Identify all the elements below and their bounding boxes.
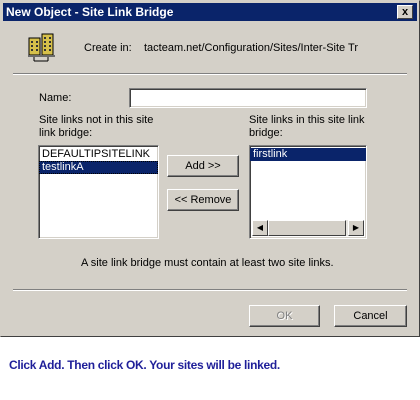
- ok-button[interactable]: OK: [249, 305, 320, 327]
- bridge-requirement-note: A site link bridge must contain at least…: [81, 257, 334, 269]
- remove-button[interactable]: << Remove: [167, 189, 239, 211]
- list-item-defaultipsitelink[interactable]: DEFAULTIPSITELINK: [39, 148, 158, 161]
- scroll-left-button[interactable]: ◀: [252, 220, 268, 236]
- scroll-right-icon: ▶: [352, 223, 360, 232]
- scroll-left-icon: ◀: [256, 223, 264, 232]
- title-bar[interactable]: New Object - Site Link Bridge x: [3, 3, 417, 21]
- new-object-dialog: New Object - Site Link Bridge x Create i…: [0, 0, 420, 337]
- name-input[interactable]: [129, 88, 367, 108]
- list-item-firstlink[interactable]: firstlink: [250, 148, 366, 161]
- instruction-caption: Click Add. Then click OK. Your sites wil…: [9, 358, 280, 372]
- separator: [13, 289, 407, 291]
- cancel-button[interactable]: Cancel: [334, 305, 407, 327]
- horizontal-scrollbar[interactable]: ◀ ▶: [252, 220, 364, 236]
- close-icon: x: [401, 6, 409, 18]
- window-title: New Object - Site Link Bridge: [6, 5, 174, 19]
- scroll-right-button[interactable]: ▶: [348, 220, 364, 236]
- available-links-list[interactable]: DEFAULTIPSITELINK testlinkA: [38, 145, 159, 239]
- bridge-links-label: Site links in this site link bridge:: [249, 114, 365, 139]
- separator: [13, 73, 407, 75]
- close-button[interactable]: x: [397, 5, 413, 19]
- bridge-links-list[interactable]: firstlink ◀ ▶: [249, 145, 367, 239]
- add-button[interactable]: Add >>: [167, 155, 239, 177]
- scroll-thumb[interactable]: [268, 220, 346, 236]
- name-label: Name:: [39, 92, 71, 104]
- available-links-label: Site links not in this site link bridge:: [39, 114, 154, 139]
- list-item-testlinka[interactable]: testlinkA: [39, 161, 158, 174]
- create-in-label: Create in:: [84, 42, 132, 54]
- create-in-path: tacteam.net/Configuration/Sites/Inter-Si…: [144, 42, 358, 54]
- name-label-text: Name:: [39, 92, 72, 104]
- site-link-bridge-icon: [26, 32, 60, 64]
